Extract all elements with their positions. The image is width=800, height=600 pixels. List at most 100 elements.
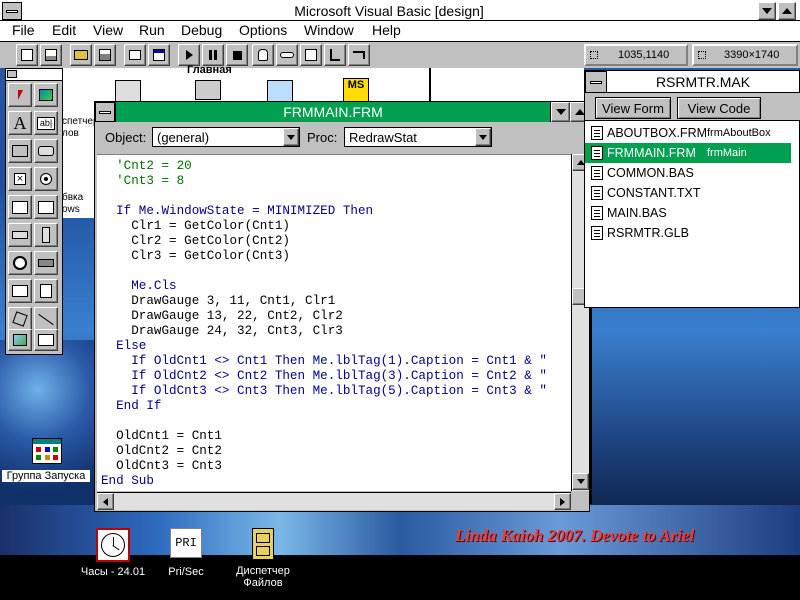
toolbox-system-icon[interactable] xyxy=(7,70,17,78)
menu-view[interactable]: View xyxy=(93,22,123,38)
proc-dropdown-arrow[interactable] xyxy=(475,128,491,146)
file-icon xyxy=(591,206,603,220)
project-file-item[interactable]: RSRMTR.GLB xyxy=(585,223,791,243)
image-tool[interactable] xyxy=(8,329,32,351)
vscrollbar-tool[interactable] xyxy=(34,223,58,247)
size-readout: 3390×1740 xyxy=(724,49,780,61)
code-line: Clr1 = GetColor(Cnt1) xyxy=(101,219,290,233)
scroll-down-button[interactable] xyxy=(572,473,589,490)
toolbar-toggle-breakpoint-button[interactable] xyxy=(252,44,274,66)
combobox-tool[interactable] xyxy=(8,195,32,219)
checkbox-tool[interactable]: × xyxy=(8,167,32,191)
code-horizontal-scrollbar[interactable] xyxy=(97,492,571,510)
toolbar-open-button[interactable] xyxy=(70,44,92,66)
menu-bar-divider xyxy=(0,20,800,21)
toolbar-save-button[interactable] xyxy=(94,44,116,66)
toolbar-new-form-button[interactable] xyxy=(16,44,38,66)
shape-icon xyxy=(12,311,28,327)
toolbar-calls-button[interactable] xyxy=(300,44,322,66)
toolbar-step-into-button[interactable] xyxy=(324,44,346,66)
file-cabinet-icon[interactable] xyxy=(252,528,274,560)
toolbar-properties-button[interactable] xyxy=(148,44,170,66)
toolbar-menu-design-button[interactable] xyxy=(124,44,146,66)
view-code-button[interactable]: View Code xyxy=(677,97,761,119)
toolbar-break-button[interactable] xyxy=(202,44,224,66)
project-file-item[interactable]: COMMON.BAS xyxy=(585,163,791,183)
position-readout-panel: 1035,1140 xyxy=(584,44,688,66)
system-menu-icon xyxy=(590,80,602,84)
proc-dropdown[interactable]: RedrawStat xyxy=(344,127,492,147)
toolbar-new-module-button[interactable] xyxy=(40,44,62,66)
project-file-list: ABOUTBOX.FRM frmAboutBox FRMMAIN.FRM frmMai… xyxy=(585,123,800,307)
code-line: Else xyxy=(101,339,147,353)
main-title-bar: Microsoft Visual Basic [design] xyxy=(24,2,754,20)
view-form-button[interactable]: View Form xyxy=(595,97,671,119)
project-window-system-menu[interactable] xyxy=(585,71,607,93)
scroll-left-button[interactable] xyxy=(97,493,114,510)
menu-run[interactable]: Run xyxy=(139,22,165,38)
timer-tool[interactable] xyxy=(8,251,32,275)
code-window-minimize-button[interactable] xyxy=(551,102,570,122)
menu-edit[interactable]: Edit xyxy=(52,22,76,38)
minimize-button[interactable] xyxy=(758,2,776,20)
picturebox-tool[interactable] xyxy=(34,83,58,107)
hscrollbar-icon xyxy=(12,231,28,239)
object-dropdown[interactable]: (general) xyxy=(152,127,300,147)
scroll-right-icon xyxy=(560,497,565,506)
pointer-tool[interactable] xyxy=(8,83,32,107)
data-icon xyxy=(38,334,54,346)
menu-file[interactable]: File xyxy=(12,22,35,38)
shape-tool[interactable] xyxy=(8,307,32,331)
hand-icon xyxy=(258,49,268,61)
project-file-item[interactable]: ABOUTBOX.FRM frmAboutBox xyxy=(585,123,791,143)
system-menu-icon xyxy=(99,110,111,114)
line-tool[interactable] xyxy=(34,307,58,331)
menu-debug[interactable]: Debug xyxy=(181,22,222,38)
data-tool[interactable] xyxy=(34,329,58,351)
project-file-item[interactable]: FRMMAIN.FRM frmMain xyxy=(585,143,791,163)
project-window-title-bar: RSRMTR.MAK xyxy=(607,71,799,93)
hscrollbar-tool[interactable] xyxy=(8,223,32,247)
project-window-title: RSRMTR.MAK xyxy=(655,73,751,90)
code-window-title-bar: FRMMAIN.FRM xyxy=(115,102,551,122)
textbox-tool[interactable]: ab| xyxy=(34,111,58,135)
pri-icon[interactable]: PRI xyxy=(170,528,202,558)
bg-ms-icon: MS xyxy=(343,78,369,102)
system-menu-button[interactable] xyxy=(2,2,22,20)
project-file-item[interactable]: MAIN.BAS xyxy=(585,203,791,223)
code-window-system-menu[interactable] xyxy=(95,102,115,122)
save-disk-icon xyxy=(99,49,111,61)
toolbar-step-over-button[interactable] xyxy=(348,44,370,66)
startup-group-icon[interactable] xyxy=(32,438,62,464)
vb-main-window: Microsoft Visual Basic [design] File Edi… xyxy=(0,0,800,68)
size-readout-panel: 3390×1740 xyxy=(692,44,798,66)
scroll-right-button[interactable] xyxy=(554,493,571,510)
menu-window[interactable]: Window xyxy=(304,22,354,38)
dirlistbox-tool[interactable] xyxy=(8,279,32,303)
label-tool[interactable]: A xyxy=(8,111,32,135)
file-icon xyxy=(591,146,603,160)
code-line: End Sub xyxy=(101,474,154,488)
listbox-tool[interactable] xyxy=(34,195,58,219)
option-button-tool[interactable] xyxy=(34,167,58,191)
code-line: DrawGauge 3, 11, Cnt1, Clr1 xyxy=(101,294,336,308)
filelistbox-tool[interactable] xyxy=(34,279,58,303)
code-line: Clr3 = GetColor(Cnt3) xyxy=(101,249,290,263)
toolbar-instant-watch-button[interactable] xyxy=(276,44,298,66)
frame-tool[interactable] xyxy=(8,139,32,163)
command-button-tool[interactable] xyxy=(34,139,58,163)
menu-help[interactable]: Help xyxy=(372,22,401,38)
bg-label-4: ows xyxy=(62,204,80,215)
project-file-item[interactable]: CONSTANT.TXT xyxy=(585,183,791,203)
menu-options[interactable]: Options xyxy=(239,22,287,38)
toolbar-run-button[interactable] xyxy=(178,44,200,66)
toolbar-end-button[interactable] xyxy=(226,44,248,66)
clock-icon[interactable] xyxy=(96,528,130,562)
scroll-left-icon xyxy=(103,497,108,506)
drivelistbox-tool[interactable] xyxy=(34,251,58,275)
code-editor[interactable]: 'Cnt2 = 20 'Cnt3 = 8 If Me.WindowState =… xyxy=(97,154,571,491)
object-dropdown-arrow[interactable] xyxy=(283,128,299,146)
new-form-icon xyxy=(21,49,33,61)
maximize-button[interactable] xyxy=(778,2,796,20)
project-file-name: ABOUTBOX.FRM xyxy=(607,126,707,140)
